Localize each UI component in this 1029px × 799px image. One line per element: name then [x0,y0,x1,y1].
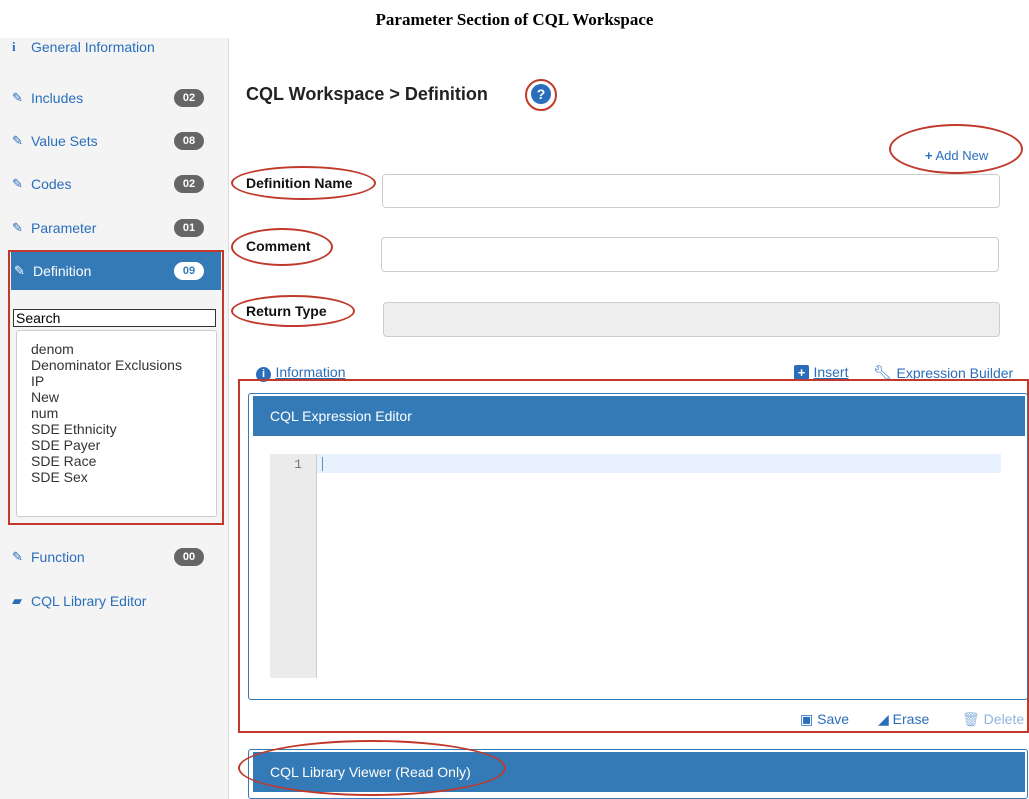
definition-list-item[interactable]: New [31,389,216,405]
expression-editor-title: CQL Expression Editor [253,396,1025,436]
sidebar-item-codes[interactable]: ✎ Codes 02 [0,165,220,203]
sidebar-item-definition[interactable]: ✎ Definition 09 [11,252,221,290]
count-badge: 09 [174,262,204,280]
add-new-button[interactable]: + Add New [925,148,988,163]
expression-editor-panel [248,393,1028,700]
erase-label: Erase [892,711,930,727]
pencil-icon: ✎ [12,90,23,105]
sidebar-item-label: Value Sets [31,133,98,149]
save-label: Save [817,711,850,727]
eraser-icon: ◢ [878,711,889,727]
info-icon: i [12,39,16,54]
pencil-icon: ✎ [12,549,23,564]
sidebar-item-includes[interactable]: ✎ Includes 02 [0,79,220,117]
erase-button[interactable]: ◢ Erase [878,711,929,728]
information-label: Information [275,364,346,380]
return-type-label: Return Type [246,303,327,319]
sidebar-item-parameter[interactable]: ✎ Parameter 01 [0,209,220,247]
pencil-icon: ✎ [14,263,25,278]
count-badge: 00 [174,548,204,566]
pencil-icon: ✎ [12,220,23,235]
library-viewer-highlight [238,740,506,796]
comment-field[interactable] [381,237,999,272]
count-badge: 08 [174,132,204,150]
definition-name-field[interactable] [382,174,1000,208]
sidebar-item-label: Includes [31,90,84,106]
definition-list-item[interactable]: SDE Ethnicity [31,421,216,437]
pencil-icon: ✎ [12,176,23,191]
count-badge: 02 [174,175,204,193]
count-badge: 01 [174,219,204,237]
sidebar-item-cql-library-editor[interactable]: ▰ CQL Library Editor [0,582,220,620]
sidebar-item-label: Definition [33,263,92,279]
plus-square-icon: + [794,365,809,380]
pencil-icon: ✎ [12,133,23,148]
sidebar-item-function[interactable]: ✎ Function 00 [0,538,220,576]
plus-icon: + [925,148,933,163]
definition-list-item[interactable]: IP [31,373,216,389]
editor-gutter [270,454,317,678]
help-icon[interactable]: ? [531,84,551,104]
sidebar-item-label: General Information [31,39,155,55]
add-new-label: Add New [935,148,989,163]
definition-name-label: Definition Name [246,175,353,191]
definition-list: denom Denominator Exclusions IP New num SDE E… [16,330,217,517]
editor-cursor [322,457,323,471]
definition-list-item[interactable]: SDE Payer [31,437,216,453]
count-badge: 02 [174,89,204,107]
book-icon: ▰ [12,593,22,608]
insert-label: Insert [813,364,849,380]
return-type-field [383,302,1000,337]
trash-icon: 🗑︎ [962,711,980,727]
floppy-disk-icon: ▣ [800,711,814,727]
definition-search-input[interactable] [13,309,216,327]
delete-label: Delete [983,711,1025,727]
sidebar-item-label: Codes [31,176,72,192]
sidebar-item-label: Parameter [31,220,97,236]
definition-list-item[interactable]: SDE Race [31,453,216,469]
comment-label: Comment [246,238,311,254]
definition-list-item[interactable]: SDE Sex [31,469,216,485]
document-title: Parameter Section of CQL Workspace [375,10,654,29]
definition-list-item[interactable]: denom [31,341,216,357]
sidebar-item-general-information[interactable]: i General Information [0,36,220,58]
sidebar-item-label: Function [31,549,85,565]
definition-list-item[interactable]: num [31,405,216,421]
sidebar-item-value-sets[interactable]: ✎ Value Sets 08 [0,122,220,160]
line-number: 1 [294,457,302,472]
definition-list-item[interactable]: Denominator Exclusions [31,357,216,373]
breadcrumb: CQL Workspace > Definition [246,84,488,104]
editor-active-line[interactable] [317,454,1001,473]
delete-button[interactable]: 🗑︎ Delete [962,711,1024,728]
save-button[interactable]: ▣ Save [800,711,849,728]
sidebar-item-label: CQL Library Editor [31,593,147,609]
